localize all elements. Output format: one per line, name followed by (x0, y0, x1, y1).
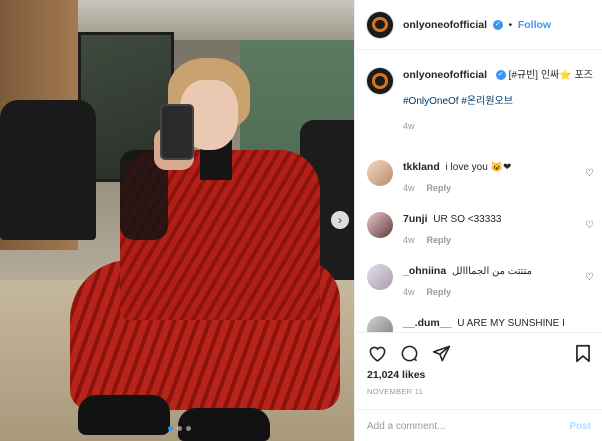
comment-text: UR SO <33333 (433, 214, 502, 225)
comment-input[interactable] (367, 421, 547, 432)
username-link[interactable]: onlyoneofofficial (403, 69, 487, 81)
username-link[interactable]: onlyoneofofficial (403, 19, 487, 31)
comment-age: 4w (403, 287, 415, 297)
post-photo[interactable]: › (0, 0, 354, 441)
post-actions: 21,024 likes NOVEMBER 11 Post (355, 332, 602, 441)
comment-emoji: 😺❤ (490, 162, 512, 173)
username-link[interactable]: 7unji (403, 213, 428, 225)
heart-icon[interactable]: ♡ (585, 220, 595, 231)
heart-icon[interactable] (367, 343, 387, 363)
post-header: onlyoneofofficial ✓ • Follow (355, 0, 602, 50)
caption-text: [#규빈] 인싸 (508, 70, 560, 81)
header-user: onlyoneofofficial ✓ • Follow (403, 19, 551, 31)
list-item: __.dum__ U ARE MY SUNSHINE I (367, 316, 595, 332)
separator: • (508, 19, 513, 31)
verified-icon: ✓ (492, 19, 503, 30)
username-link[interactable]: _ohniina (403, 265, 446, 277)
heart-icon[interactable]: ♡ (585, 272, 595, 283)
action-icons (367, 343, 451, 363)
heart-icon[interactable]: ♡ (585, 168, 595, 179)
username-link[interactable]: __.dum__ (403, 317, 451, 329)
avatar[interactable] (367, 11, 393, 38)
comment-icon[interactable] (399, 343, 419, 363)
avatar[interactable] (367, 160, 393, 186)
chevron-right-icon[interactable]: › (331, 211, 349, 229)
hashtags[interactable]: #OnlyOneOf #온리원오브 (403, 95, 595, 109)
reply-button[interactable]: Reply (427, 181, 452, 195)
avatar[interactable] (367, 264, 393, 290)
bookmark-icon[interactable] (573, 343, 593, 363)
post-panel: onlyoneofofficial ✓ • Follow onlyoneofof… (354, 0, 602, 441)
add-comment-bar: Post (355, 409, 602, 441)
shoe-left (78, 395, 170, 435)
follow-button[interactable]: Follow (518, 19, 551, 31)
reply-button[interactable]: Reply (427, 233, 452, 247)
post-age: 4w (403, 121, 415, 131)
list-item: tkkland i love you 😺❤ 4w Reply ♡ (367, 160, 595, 195)
comment-text: متتتت من الجمااالل (451, 266, 532, 277)
carousel-dot (186, 426, 191, 431)
comment-text: i love you (445, 162, 488, 173)
comments-list[interactable]: onlyoneofofficial ✓ [#규빈] 인싸⭐ 포즈 #OnlyOn… (355, 50, 602, 332)
comment-age: 4w (403, 235, 415, 245)
smartphone (160, 104, 194, 160)
shoe-right (178, 408, 270, 441)
reply-button[interactable]: Reply (427, 285, 452, 299)
avatar[interactable] (367, 316, 393, 332)
verified-icon: ✓ (495, 70, 506, 81)
caption: onlyoneofofficial ✓ [#규빈] 인싸⭐ 포즈 #OnlyOn… (367, 68, 595, 133)
carousel-dot (177, 426, 182, 431)
post-button[interactable]: Post (569, 421, 591, 432)
comment-text: U ARE MY SUNSHINE I (457, 318, 565, 329)
username-link[interactable]: tkkland (403, 161, 440, 173)
avatar[interactable] (367, 212, 393, 238)
likes-count[interactable]: 21,024 likes (367, 369, 425, 381)
avatar[interactable] (367, 68, 393, 94)
post-date: NOVEMBER 11 (367, 387, 424, 396)
caption-tail: 포즈 (574, 70, 593, 81)
share-icon[interactable] (431, 343, 451, 363)
carousel-dots (168, 426, 191, 431)
star-emoji: ⭐ (559, 70, 572, 81)
comment-age: 4w (403, 183, 415, 193)
carousel-dot-active (168, 426, 173, 431)
list-item: _ohniina متتتت من الجمااالل 4w Reply ♡ (367, 264, 595, 299)
barber-chair-left (0, 100, 96, 240)
list-item: 7unji UR SO <33333 4w Reply ♡ (367, 212, 595, 247)
